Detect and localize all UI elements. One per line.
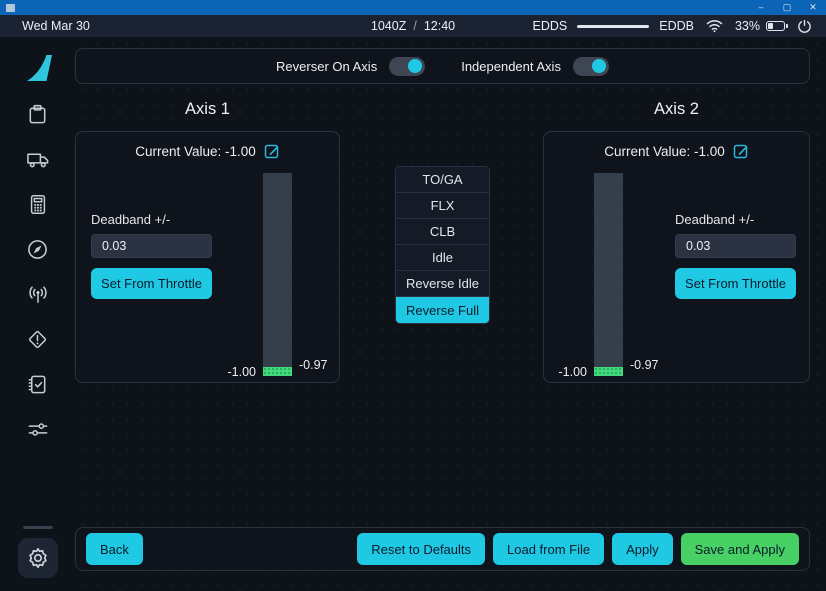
sidebar-item-navigation[interactable] [18,237,58,261]
axis-options-bar: Reverser On Axis Independent Axis [75,48,810,84]
detent-toga[interactable]: TO/GA [396,167,489,193]
os-titlebar: – ▢ ✕ [0,0,826,15]
flight-route: EDDS EDDB [533,19,694,33]
battery-percent: 33% [735,19,760,33]
status-utc-time: 1040Z [371,19,406,33]
edit-icon[interactable] [264,143,280,159]
load-from-file-button[interactable]: Load from File [493,533,604,565]
throttle-calibration-page: Reverser On Axis Independent Axis Axis 1… [75,37,826,591]
axis1-title: Axis 1 [75,100,340,122]
app-window: – ▢ ✕ Wed Mar 30 1040Z / 12:40 EDDS EDDB [0,0,826,591]
detent-clb[interactable]: CLB [396,219,489,245]
sidebar-item-failures[interactable] [18,327,58,351]
axis2-current-value: -1.00 [694,144,725,159]
axis2-gauge-active-zone [594,367,623,376]
detent-reverse-idle[interactable]: Reverse Idle [396,271,489,297]
compass-icon [26,238,49,261]
sidebar-item-checklist[interactable] [18,372,58,396]
close-button[interactable]: ✕ [800,0,826,15]
axis2-deadband-label: Deadband +/- [675,212,796,227]
axis1-gauge-min-label: -1.00 [228,365,257,379]
sidebar-item-settings[interactable] [18,538,58,578]
save-and-apply-button[interactable]: Save and Apply [681,533,799,565]
status-local-time: 12:40 [424,19,455,33]
sidebar-item-performance[interactable] [18,192,58,216]
route-destination: EDDB [659,19,694,33]
detent-reverse-full[interactable]: Reverse Full [396,297,489,323]
reset-to-defaults-button[interactable]: Reset to Defaults [357,533,485,565]
sidebar-item-radio[interactable] [18,282,58,306]
detent-idle[interactable]: Idle [396,245,489,271]
axis2-deadband-input[interactable] [675,234,796,258]
sliders-icon [26,418,50,441]
route-progress-line [577,25,649,28]
axis1-deadband-label: Deadband +/- [91,212,212,227]
route-origin: EDDS [533,19,568,33]
axis2-gauge: -1.00 -0.97 [594,173,623,376]
alert-icon [26,328,49,351]
reverser-on-axis-toggle[interactable] [389,57,425,76]
status-time-separator: / [413,19,416,33]
sidebar-item-ground-services[interactable] [18,147,58,171]
edit-icon[interactable] [733,143,749,159]
checklist-icon [26,373,49,396]
independent-axis-label: Independent Axis [461,59,561,74]
antenna-icon [26,283,50,306]
footer-action-bar: Back Reset to Defaults Load from File Ap… [75,527,810,571]
fenix-logo [18,55,58,81]
sidebar-nav [0,37,75,591]
detent-flx[interactable]: FLX [396,193,489,219]
axis2-gauge-min-label: -1.00 [559,365,588,379]
axis2-panel: Current Value: -1.00 Deadband +/- Set Fr… [543,131,810,383]
app-icon [6,4,15,12]
axis2-current-value-label: Current Value: -1.00 [604,144,725,159]
axis1-gauge-max-label: -0.97 [299,358,328,372]
axis1-deadband-input[interactable] [91,234,212,258]
axis2-set-from-throttle-button[interactable]: Set From Throttle [675,268,796,299]
axis1-gauge: -1.00 -0.97 [263,173,292,376]
detent-list: TO/GA FLX CLB Idle Reverse Idle Reverse … [395,166,490,324]
clipboard-icon [26,103,49,126]
wifi-icon [706,19,723,33]
status-date: Wed Mar 30 [22,19,90,33]
power-icon[interactable] [797,19,812,34]
sidebar-item-options[interactable] [18,417,58,441]
axis2-title: Axis 2 [543,100,810,122]
axis1-current-value-label: Current Value: -1.00 [135,144,256,159]
reverser-on-axis-label: Reverser On Axis [276,59,377,74]
axis2-gauge-max-label: -0.97 [630,358,659,372]
axis1-set-from-throttle-button[interactable]: Set From Throttle [91,268,212,299]
sidebar-divider [23,526,53,529]
independent-axis-toggle[interactable] [573,57,609,76]
status-bar: Wed Mar 30 1040Z / 12:40 EDDS EDDB 33 [0,15,826,37]
minimize-button[interactable]: – [748,0,774,15]
battery-icon [766,21,785,31]
truck-icon [26,148,50,171]
back-button[interactable]: Back [86,533,143,565]
sidebar-item-flightplan[interactable] [18,102,58,126]
calculator-icon [27,193,49,216]
axis1-panel: Current Value: -1.00 Deadband +/- Set Fr… [75,131,340,383]
apply-button[interactable]: Apply [612,533,673,565]
axis1-gauge-active-zone [263,367,292,376]
gear-icon [26,546,50,570]
axis1-current-value: -1.00 [225,144,256,159]
maximize-button[interactable]: ▢ [774,0,800,15]
